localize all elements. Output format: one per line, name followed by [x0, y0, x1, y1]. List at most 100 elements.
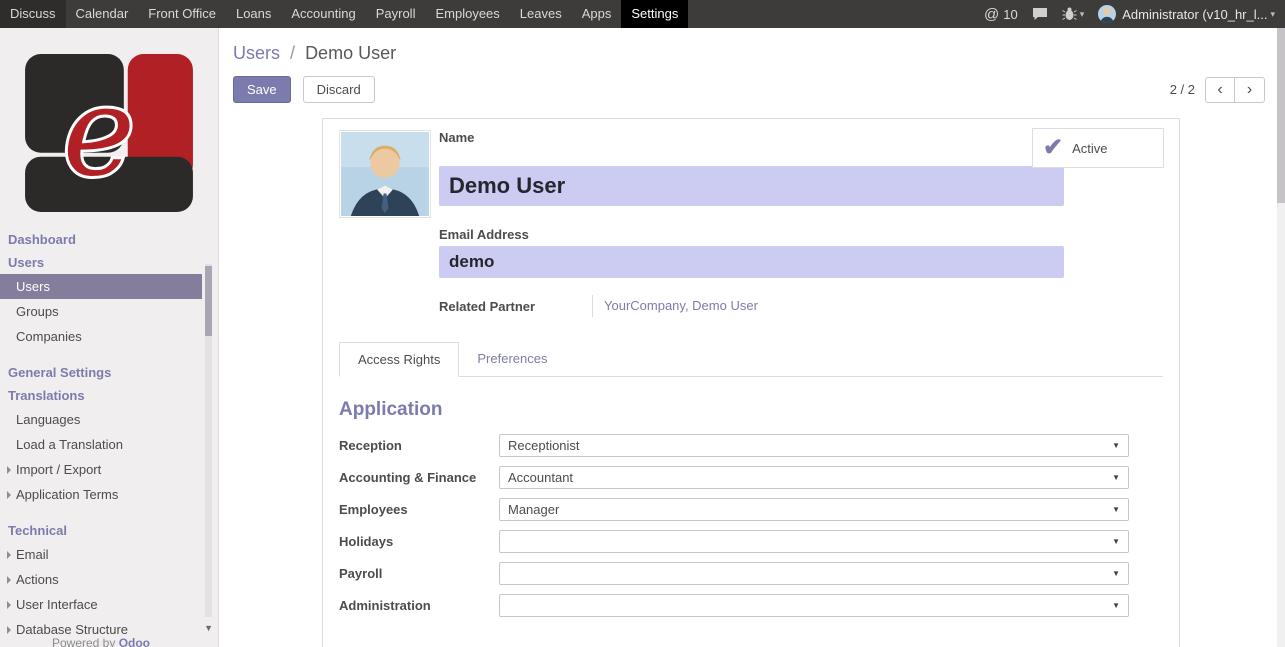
dropdown-caret-icon: ▼	[1112, 473, 1120, 482]
nav-item-apps[interactable]: Apps	[572, 0, 622, 28]
chat-bubble-icon	[1032, 7, 1048, 21]
field-row-payroll: Payroll ▼	[339, 562, 1163, 585]
main-content: Users / Demo User Save Discard 2 / 2 ‹ ›…	[220, 28, 1277, 647]
chevron-left-icon: ‹	[1217, 81, 1222, 99]
chevron-down-icon: ▾	[1080, 9, 1085, 20]
expand-arrow-icon	[7, 551, 11, 559]
page-scrollbar-thumb[interactable]	[1277, 28, 1285, 203]
sidebar-heading-users[interactable]: Users	[0, 251, 202, 274]
user-menu[interactable]: Administrator (v10_hr_l... ▾	[1098, 5, 1275, 23]
pager-previous-button[interactable]: ‹	[1205, 77, 1235, 103]
nav-item-employees[interactable]: Employees	[425, 0, 509, 28]
email-input[interactable]	[439, 246, 1064, 278]
field-row-employees: Employees Manager ▼	[339, 498, 1163, 521]
chevron-right-icon: ›	[1247, 81, 1252, 99]
messages-icon[interactable]	[1032, 7, 1048, 21]
sidebar-item-languages[interactable]: Languages	[0, 407, 202, 432]
sidebar-heading-general-settings[interactable]: General Settings	[0, 361, 202, 384]
sidebar-item-label: Application Terms	[16, 487, 118, 502]
expand-arrow-icon	[7, 576, 11, 584]
administration-select[interactable]: ▼	[499, 594, 1129, 617]
sidebar-item-email[interactable]: Email	[0, 542, 202, 567]
sidebar-item-label: Email	[16, 547, 49, 562]
email-label: Email Address	[439, 227, 1163, 242]
discard-button[interactable]: Discard	[303, 76, 375, 103]
mention-counter[interactable]: @ 10	[984, 6, 1018, 23]
pager-count: 2 / 2	[1170, 82, 1195, 97]
sidebar-item-actions[interactable]: Actions	[0, 567, 202, 592]
dropdown-caret-icon: ▼	[1112, 537, 1120, 546]
application-section-title: Application	[339, 399, 1163, 421]
holidays-select[interactable]: ▼	[499, 530, 1129, 553]
systray: @ 10 ▾	[970, 0, 1285, 28]
powered-by: Powered by Odoo	[0, 636, 202, 647]
sidebar-item-groups[interactable]: Groups	[0, 299, 202, 324]
nav-item-settings[interactable]: Settings	[621, 0, 688, 28]
accounting-finance-label: Accounting & Finance	[339, 466, 499, 489]
page-scrollbar	[1277, 28, 1285, 647]
name-input[interactable]	[439, 166, 1064, 206]
tab-access-rights[interactable]: Access Rights	[339, 342, 459, 377]
bug-icon	[1062, 7, 1077, 21]
sidebar-heading-dashboard[interactable]: Dashboard	[0, 228, 202, 251]
expand-arrow-icon	[7, 626, 11, 634]
related-partner-link[interactable]: YourCompany, Demo User	[592, 295, 758, 317]
field-row-accounting-finance: Accounting & Finance Accountant ▼	[339, 466, 1163, 489]
user-photo[interactable]	[339, 130, 431, 218]
nav-item-leaves[interactable]: Leaves	[510, 0, 572, 28]
breadcrumb-current: Demo User	[305, 43, 396, 63]
related-partner-row: Related Partner YourCompany, Demo User	[439, 295, 1163, 317]
action-bar: Save Discard 2 / 2 ‹ ›	[233, 76, 1265, 118]
accounting-finance-select[interactable]: Accountant ▼	[499, 466, 1129, 489]
field-row-administration: Administration ▼	[339, 594, 1163, 617]
sidebar-item-import-export[interactable]: Import / Export	[0, 457, 202, 482]
app-window: Discuss Calendar Front Office Loans Acco…	[0, 0, 1285, 647]
odoo-brand-link[interactable]: Odoo	[119, 636, 150, 647]
breadcrumb-separator: /	[285, 43, 300, 63]
mention-icon: @	[984, 6, 999, 23]
svg-text:e: e	[63, 60, 135, 203]
sidebar-item-load-a-translation[interactable]: Load a Translation	[0, 432, 202, 457]
application-fields: Reception Receptionist ▼ Accounting & Fi…	[339, 434, 1163, 617]
nav-item-front-office[interactable]: Front Office	[138, 0, 226, 28]
sidebar-heading-translations[interactable]: Translations	[0, 384, 202, 407]
breadcrumb-users-link[interactable]: Users	[233, 43, 280, 63]
pager: 2 / 2 ‹ ›	[1170, 77, 1265, 103]
top-navbar: Discuss Calendar Front Office Loans Acco…	[0, 0, 1285, 28]
active-toggle[interactable]: ✔ Active	[1032, 128, 1164, 168]
sidebar-item-application-terms[interactable]: Application Terms	[0, 482, 202, 507]
employees-label: Employees	[339, 498, 499, 521]
mention-count: 10	[1003, 7, 1017, 22]
nav-item-discuss[interactable]: Discuss	[0, 0, 66, 28]
dropdown-caret-icon: ▼	[1112, 505, 1120, 514]
employees-select-value: Manager	[508, 502, 559, 517]
form-sheet: ✔ Active Name	[322, 118, 1180, 647]
expand-arrow-icon	[7, 466, 11, 474]
check-icon: ✔	[1043, 136, 1063, 160]
sidebar-heading-technical[interactable]: Technical	[0, 519, 202, 542]
sidebar-scrollbar-thumb[interactable]	[205, 266, 212, 336]
company-logo[interactable]: e	[0, 28, 218, 228]
nav-item-calendar[interactable]: Calendar	[66, 0, 139, 28]
sidebar-item-users[interactable]: Users	[0, 274, 202, 299]
reception-label: Reception	[339, 434, 499, 457]
sidebar-item-companies[interactable]: Companies	[0, 324, 202, 349]
nav-item-loans[interactable]: Loans	[226, 0, 281, 28]
nav-item-accounting[interactable]: Accounting	[281, 0, 365, 28]
reception-select[interactable]: Receptionist ▼	[499, 434, 1129, 457]
sidebar: e Dashboard Users Users Groups Companies…	[0, 28, 219, 647]
sidebar-item-user-interface[interactable]: User Interface	[0, 592, 202, 617]
save-button[interactable]: Save	[233, 76, 291, 103]
pager-next-button[interactable]: ›	[1235, 77, 1265, 103]
accounting-finance-select-value: Accountant	[508, 470, 573, 485]
payroll-select[interactable]: ▼	[499, 562, 1129, 585]
sidebar-item-label: Database Structure	[16, 622, 128, 637]
employees-select[interactable]: Manager ▼	[499, 498, 1129, 521]
expand-arrow-icon	[7, 601, 11, 609]
debug-icon[interactable]: ▾	[1062, 7, 1085, 21]
scroll-down-caret-icon[interactable]: ▼	[204, 623, 213, 633]
field-row-holidays: Holidays ▼	[339, 530, 1163, 553]
avatar	[1098, 5, 1116, 23]
tab-preferences[interactable]: Preferences	[459, 342, 565, 376]
nav-item-payroll[interactable]: Payroll	[366, 0, 426, 28]
